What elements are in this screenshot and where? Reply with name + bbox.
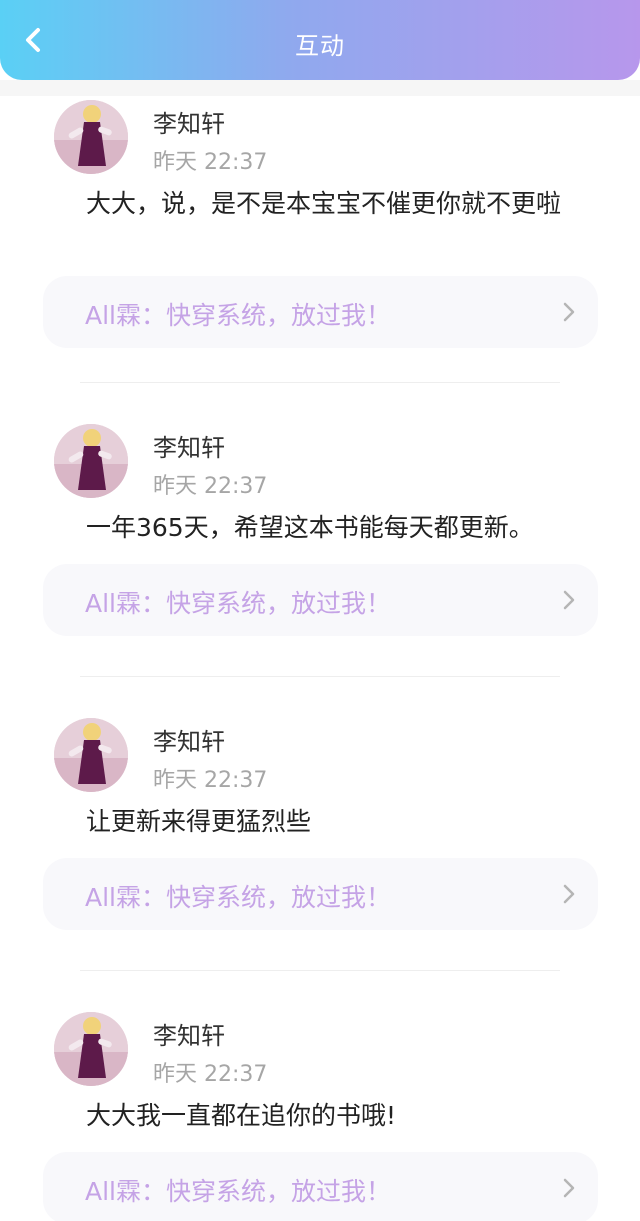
user-name: 李知轩 <box>153 110 225 138</box>
book-link-card[interactable]: All霖：快穿系统，放过我！ <box>43 858 598 930</box>
chevron-right-icon <box>563 590 575 610</box>
divider <box>80 970 560 971</box>
comment-time: 昨天 22:37 <box>153 1062 268 1087</box>
comment-text: 大大我一直都在追你的书哦! <box>86 1101 397 1130</box>
book-link-card[interactable]: All霖：快穿系统，放过我！ <box>43 564 598 636</box>
comment-list: 李知轩 昨天 22:37 大大，说，是不是本宝宝不催更你就不更啦 All霖：快穿… <box>0 96 640 1221</box>
chevron-right-icon <box>563 1178 575 1198</box>
comment-time: 昨天 22:37 <box>153 150 268 175</box>
header-shadow-strip <box>0 80 640 96</box>
avatar[interactable] <box>54 100 128 174</box>
comment-text: 大大，说，是不是本宝宝不催更你就不更啦 <box>86 189 562 218</box>
comment-item: 李知轩 昨天 22:37 大大我一直都在追你的书哦! All霖：快穿系统，放过我… <box>0 972 640 1221</box>
avatar[interactable] <box>54 718 128 792</box>
book-link-card[interactable]: All霖：快穿系统，放过我！ <box>43 1152 598 1221</box>
comment-item: 李知轩 昨天 22:37 大大，说，是不是本宝宝不催更你就不更啦 All霖：快穿… <box>0 96 640 384</box>
book-link-title: All霖：快穿系统，放过我！ <box>85 589 391 618</box>
book-link-title: All霖：快穿系统，放过我！ <box>85 301 391 330</box>
comment-time: 昨天 22:37 <box>153 474 268 499</box>
user-name: 李知轩 <box>153 434 225 462</box>
comment-text: 一年365天，希望这本书能每天都更新。 <box>86 513 534 542</box>
user-name: 李知轩 <box>153 728 225 756</box>
app-header: 互动 <box>0 0 640 80</box>
divider <box>80 676 560 677</box>
book-link-title: All霖：快穿系统，放过我！ <box>85 883 391 912</box>
book-link-title: All霖：快穿系统，放过我！ <box>85 1177 391 1206</box>
book-link-card[interactable]: All霖：快穿系统，放过我！ <box>43 276 598 348</box>
comment-item: 李知轩 昨天 22:37 让更新来得更猛烈些 All霖：快穿系统，放过我！ <box>0 678 640 972</box>
chevron-right-icon <box>563 302 575 322</box>
chevron-right-icon <box>563 884 575 904</box>
avatar[interactable] <box>54 424 128 498</box>
comment-time: 昨天 22:37 <box>153 768 268 793</box>
comment-item: 李知轩 昨天 22:37 一年365天，希望这本书能每天都更新。 All霖：快穿… <box>0 384 640 678</box>
divider <box>80 382 560 383</box>
page-title: 互动 <box>295 32 345 60</box>
user-name: 李知轩 <box>153 1022 225 1050</box>
comment-text: 让更新来得更猛烈些 <box>86 807 312 836</box>
avatar[interactable] <box>54 1012 128 1086</box>
